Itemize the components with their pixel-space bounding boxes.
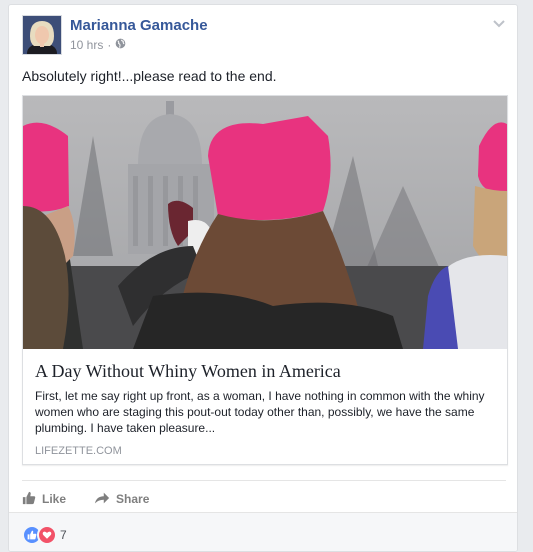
- action-bar: Like Share: [22, 480, 506, 513]
- link-preview-image: [23, 96, 507, 349]
- like-label: Like: [42, 492, 67, 506]
- share-label: Share: [116, 492, 150, 506]
- globe-icon[interactable]: [115, 38, 126, 52]
- share-button[interactable]: Share: [94, 487, 149, 508]
- love-reaction-icon: [37, 525, 57, 545]
- thumbs-up-icon: [22, 491, 36, 508]
- reaction-summary[interactable]: 7: [22, 525, 67, 545]
- share-arrow-icon: [94, 491, 110, 508]
- link-preview-description: First, let me say right up front, as a w…: [35, 389, 485, 435]
- chevron-down-icon[interactable]: [491, 15, 507, 31]
- link-preview[interactable]: A Day Without Whiny Women in America Fir…: [22, 95, 508, 465]
- link-preview-title[interactable]: A Day Without Whiny Women in America: [35, 361, 341, 382]
- post-timestamp[interactable]: 10 hrs: [70, 38, 103, 52]
- author-name[interactable]: Marianna Gamache: [70, 17, 208, 34]
- avatar[interactable]: [22, 15, 62, 55]
- link-preview-domain: LIFEZETTE.COM: [35, 445, 122, 457]
- like-button[interactable]: Like: [22, 487, 66, 508]
- post-text: Absolutely right!...please read to the e…: [22, 68, 277, 84]
- reactions-bar: 7: [9, 512, 517, 551]
- reaction-count: 7: [60, 528, 67, 542]
- post-card: Marianna Gamache 10 hrs · Absolutely rig…: [8, 4, 518, 552]
- post-meta: 10 hrs ·: [70, 38, 126, 52]
- meta-separator: ·: [107, 38, 112, 52]
